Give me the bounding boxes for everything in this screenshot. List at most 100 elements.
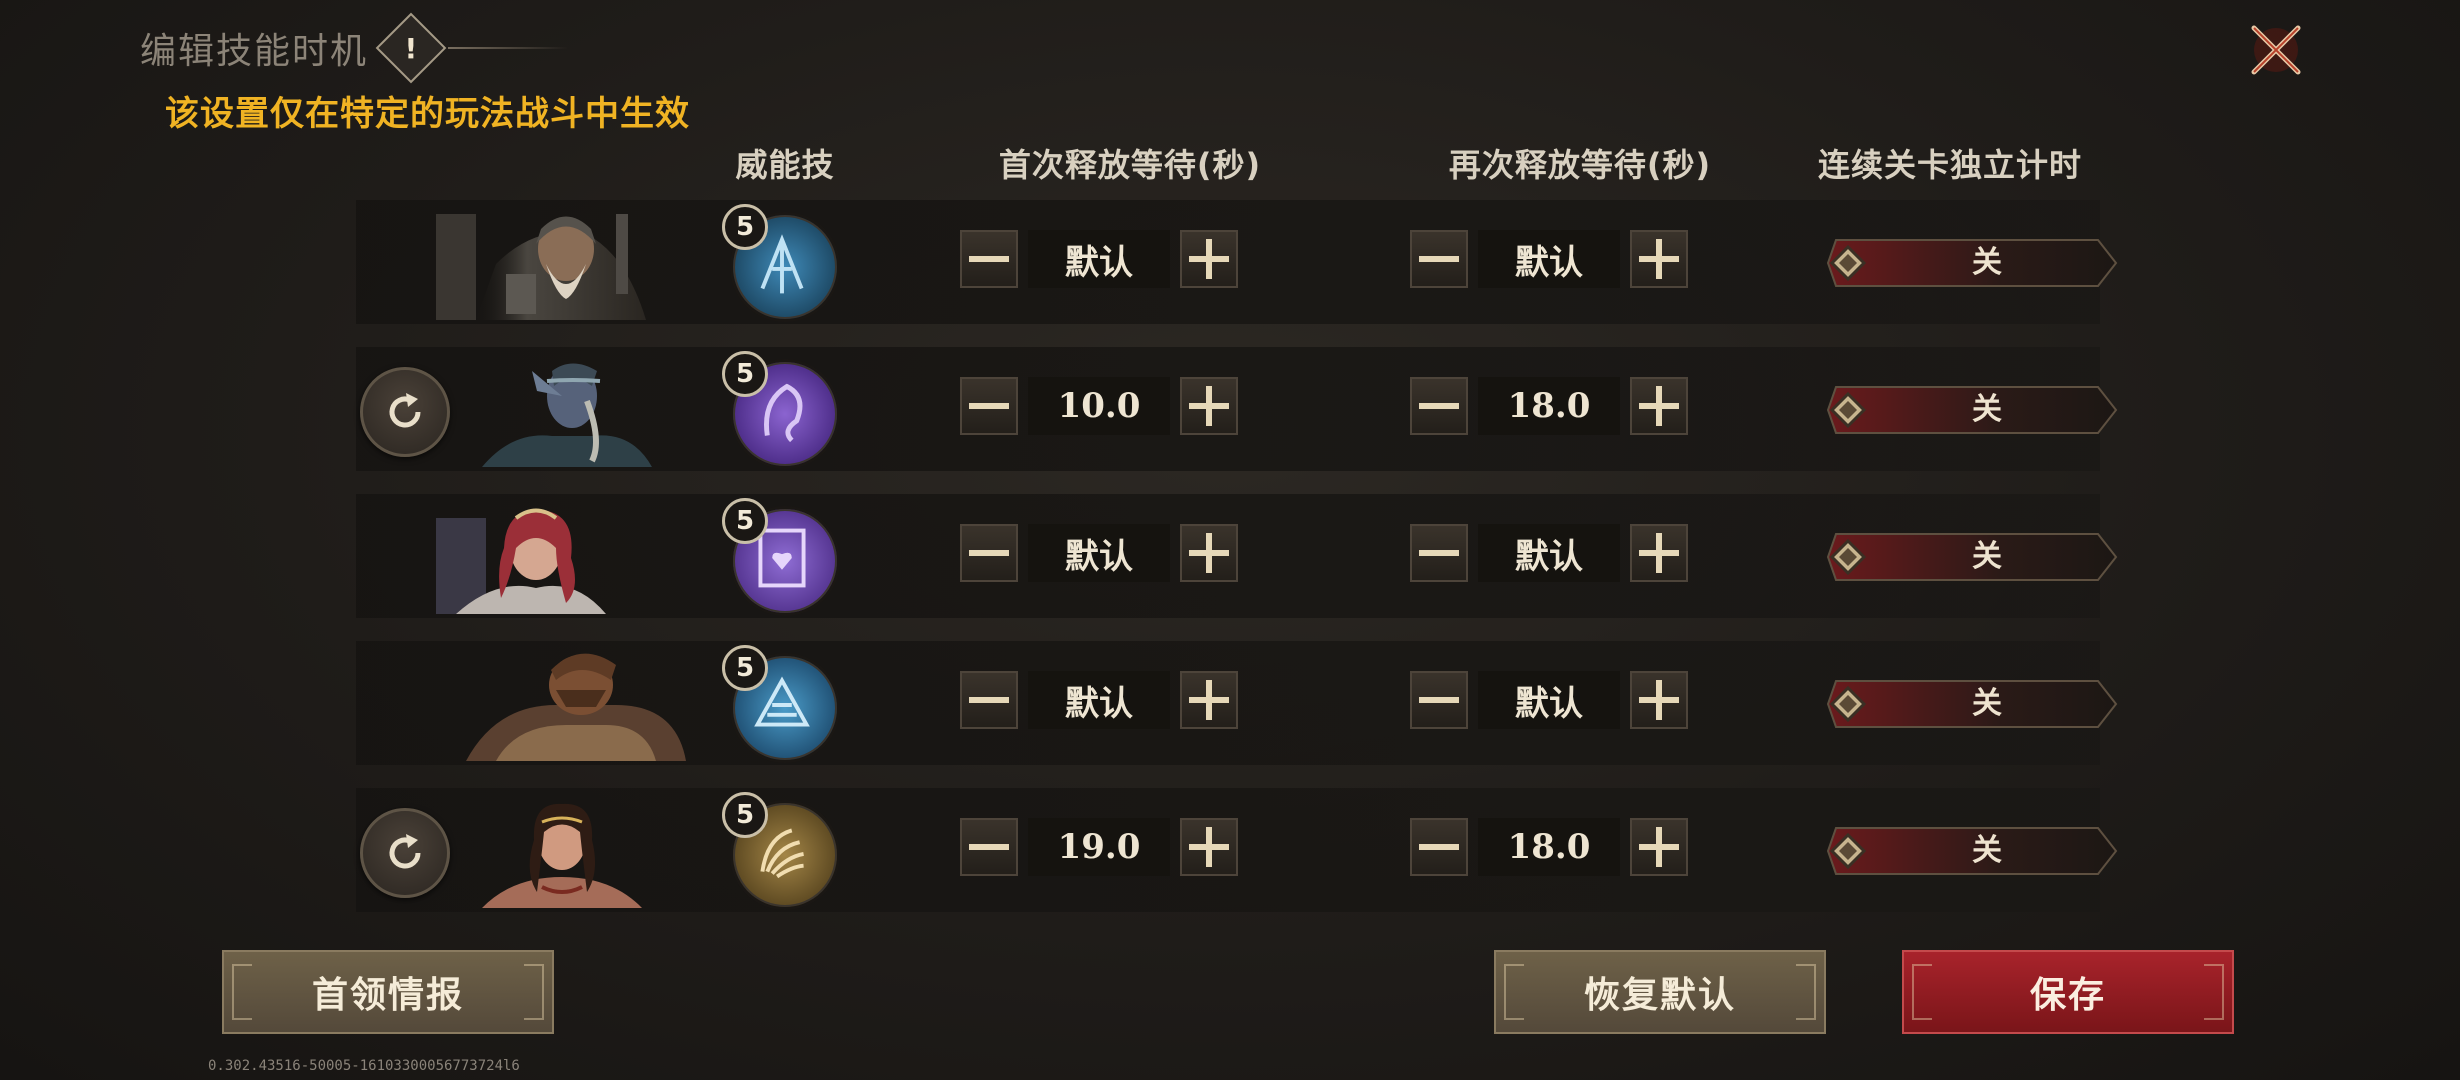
- toggle-state-label: 关: [1972, 833, 2002, 868]
- minus-icon: [1419, 697, 1459, 703]
- decrement-button[interactable]: [1410, 230, 1468, 288]
- increment-button[interactable]: [1630, 671, 1688, 729]
- second-wait-value: 默认: [1478, 671, 1620, 729]
- title-bar: 编辑技能时机 !: [140, 12, 569, 84]
- second-wait-value: 默认: [1478, 230, 1620, 288]
- increment-button[interactable]: [1630, 377, 1688, 435]
- button-corner-decoration: [1504, 964, 1524, 1020]
- restore-default-label: 恢复默认: [1583, 974, 1736, 1016]
- independent-timer-toggle[interactable]: 关: [1826, 826, 2118, 876]
- refresh-icon: [389, 393, 421, 428]
- second-wait-value: 18.0: [1478, 818, 1620, 876]
- skill-level-badge: 5: [722, 351, 768, 397]
- button-corner-decoration: [1912, 964, 1932, 1020]
- hero-portrait: [472, 792, 652, 908]
- button-corner-decoration: [1796, 964, 1816, 1020]
- first-wait-stepper: 默认: [960, 524, 1238, 582]
- refresh-icon: [389, 834, 421, 869]
- subtitle-notice: 该设置仅在特定的玩法战斗中生效: [165, 94, 690, 134]
- skill-icon-wrapper[interactable]: 5: [722, 351, 840, 469]
- first-wait-value: 默认: [1028, 230, 1170, 288]
- first-wait-stepper: 默认: [960, 230, 1238, 288]
- hero-portrait: [472, 351, 672, 467]
- plus-icon: [1639, 239, 1679, 279]
- independent-timer-toggle[interactable]: 关: [1826, 679, 2118, 729]
- skill-level-badge: 5: [722, 204, 768, 250]
- minus-icon: [969, 550, 1009, 556]
- first-wait-value: 默认: [1028, 671, 1170, 729]
- restore-default-button[interactable]: 恢复默认: [1494, 950, 1826, 1034]
- decrement-button[interactable]: [1410, 377, 1468, 435]
- decrement-button[interactable]: [960, 524, 1018, 582]
- version-string: 0.302.43516-50005-16103300056773724l6: [208, 1058, 520, 1074]
- hero-row-4: 5 默认 默认 关: [356, 641, 2118, 765]
- minus-icon: [1419, 550, 1459, 556]
- second-wait-stepper: 默认: [1410, 671, 1688, 729]
- plus-icon: [1189, 386, 1229, 426]
- hero-row-3: 5 默认 默认 关: [356, 494, 2118, 618]
- second-wait-stepper: 18.0: [1410, 818, 1688, 876]
- boss-info-button[interactable]: 首领情报: [222, 950, 554, 1034]
- title-decoration: [448, 47, 569, 49]
- increment-button[interactable]: [1630, 230, 1688, 288]
- increment-button[interactable]: [1180, 230, 1238, 288]
- minus-icon: [969, 256, 1009, 262]
- decrement-button[interactable]: [1410, 818, 1468, 876]
- minus-icon: [969, 697, 1009, 703]
- decrement-button[interactable]: [1410, 671, 1468, 729]
- hero-portrait: [416, 498, 636, 614]
- header-skill: 威能技: [735, 146, 835, 184]
- second-wait-stepper: 18.0: [1410, 377, 1688, 435]
- reset-button[interactable]: [360, 808, 450, 898]
- independent-timer-toggle[interactable]: 关: [1826, 238, 2118, 288]
- increment-button[interactable]: [1630, 524, 1688, 582]
- independent-timer-toggle[interactable]: 关: [1826, 385, 2118, 435]
- first-wait-stepper: 19.0: [960, 818, 1238, 876]
- first-wait-stepper: 默认: [960, 671, 1238, 729]
- increment-button[interactable]: [1180, 377, 1238, 435]
- button-corner-decoration: [2204, 964, 2224, 1020]
- close-icon: [2251, 25, 2301, 75]
- header-second-wait: 再次释放等待(秒): [1448, 146, 1712, 184]
- skill-icon-wrapper[interactable]: 5: [722, 204, 840, 322]
- increment-button[interactable]: [1630, 818, 1688, 876]
- increment-button[interactable]: [1180, 524, 1238, 582]
- second-wait-stepper: 默认: [1410, 230, 1688, 288]
- header-first-wait: 首次释放等待(秒): [998, 146, 1262, 184]
- increment-button[interactable]: [1180, 671, 1238, 729]
- skill-icon-wrapper[interactable]: 5: [722, 645, 840, 763]
- reset-button[interactable]: [360, 367, 450, 457]
- plus-icon: [1189, 533, 1229, 573]
- decrement-button[interactable]: [960, 818, 1018, 876]
- save-label: 保存: [2029, 974, 2106, 1016]
- skill-icon-wrapper[interactable]: 5: [722, 792, 840, 910]
- decrement-button[interactable]: [960, 377, 1018, 435]
- warning-icon[interactable]: !: [375, 12, 447, 84]
- toggle-state-label: 关: [1972, 539, 2002, 574]
- first-wait-value: 10.0: [1028, 377, 1170, 435]
- minus-icon: [1419, 844, 1459, 850]
- close-button[interactable]: [2244, 18, 2308, 82]
- hero-portrait: [456, 645, 696, 761]
- plus-icon: [1639, 680, 1679, 720]
- first-wait-value: 19.0: [1028, 818, 1170, 876]
- plus-icon: [1639, 827, 1679, 867]
- warning-glyph: !: [404, 31, 418, 65]
- decrement-button[interactable]: [1410, 524, 1468, 582]
- hero-row-2: 5 10.0 18.0 关: [356, 347, 2118, 471]
- page-title: 编辑技能时机: [140, 31, 369, 72]
- header-independent-timer: 连续关卡独立计时: [1817, 146, 2082, 184]
- decrement-button[interactable]: [960, 230, 1018, 288]
- toggle-state-label: 关: [1972, 686, 2002, 721]
- minus-icon: [1419, 403, 1459, 409]
- button-corner-decoration: [524, 964, 544, 1020]
- skill-icon-wrapper[interactable]: 5: [722, 498, 840, 616]
- save-button[interactable]: 保存: [1902, 950, 2234, 1034]
- hero-row-5: 5 19.0 18.0 关: [356, 788, 2118, 912]
- second-wait-value: 默认: [1478, 524, 1620, 582]
- decrement-button[interactable]: [960, 671, 1018, 729]
- plus-icon: [1189, 680, 1229, 720]
- increment-button[interactable]: [1180, 818, 1238, 876]
- minus-icon: [1419, 256, 1459, 262]
- independent-timer-toggle[interactable]: 关: [1826, 532, 2118, 582]
